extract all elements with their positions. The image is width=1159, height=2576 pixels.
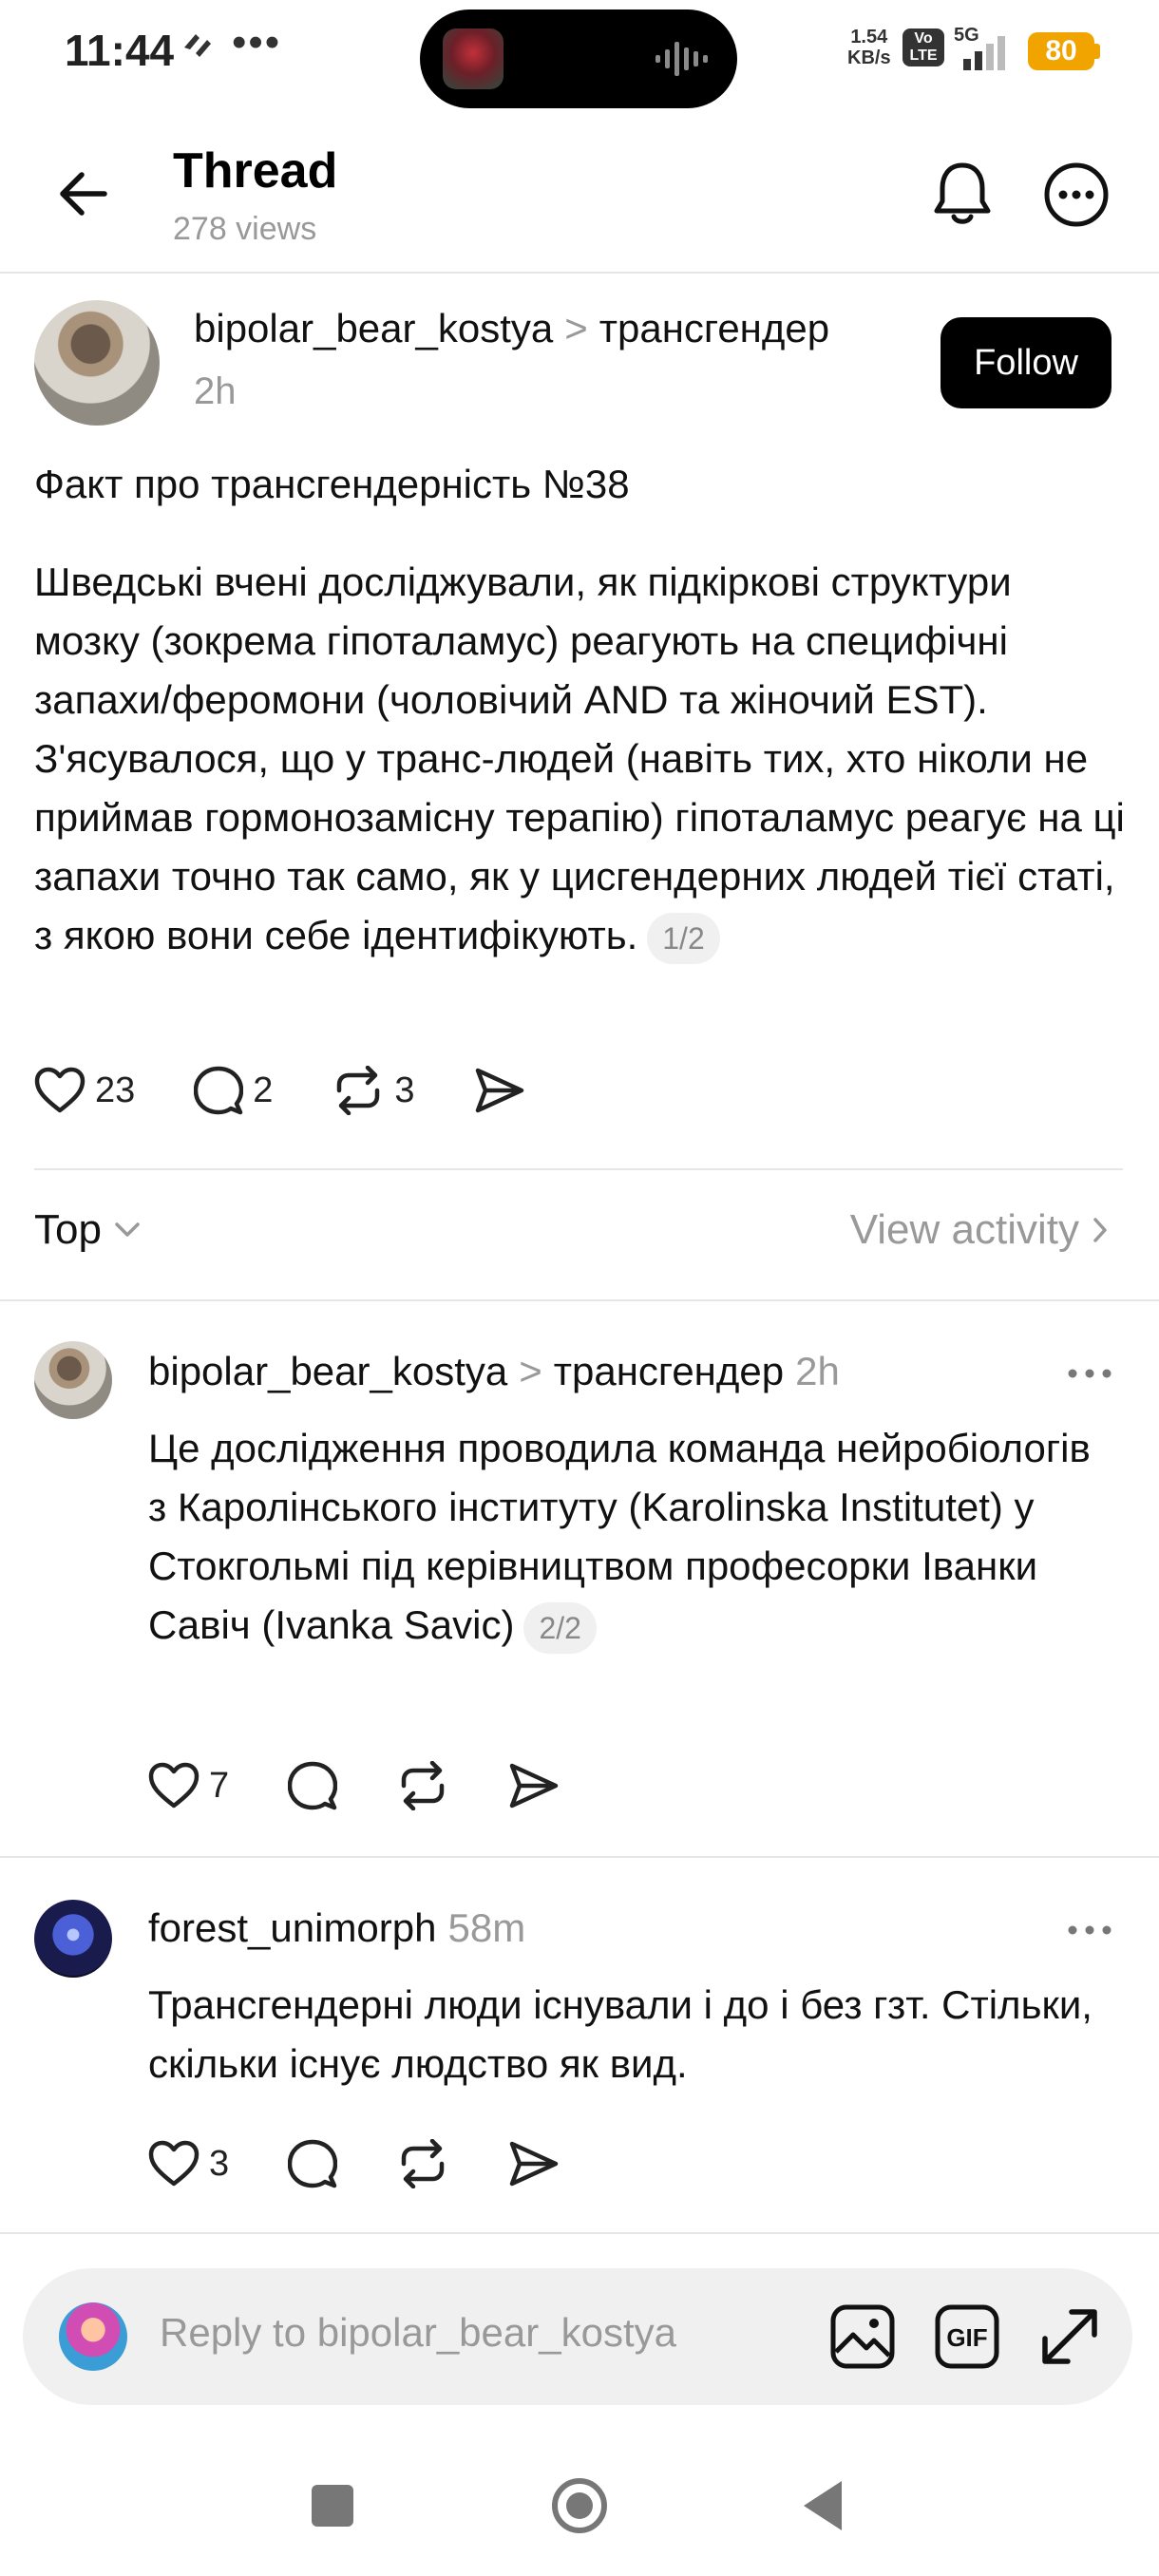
reply-actions: 7 <box>148 1761 560 1810</box>
username-link[interactable]: forest_unimorph <box>148 1905 437 1950</box>
send-icon <box>475 1068 523 1113</box>
username-link[interactable]: bipolar_bear_kostya <box>148 1349 507 1393</box>
reply-author: bipolar_bear_kostya > трансгендер 2h <box>148 1349 840 1394</box>
community-link[interactable]: трансгендер <box>554 1349 784 1393</box>
recent-apps-button[interactable] <box>312 2485 353 2527</box>
chevron-down-icon <box>115 1222 140 1237</box>
view-count: 278 views <box>173 211 317 247</box>
signal-icon <box>963 36 1005 70</box>
follow-button[interactable]: Follow <box>940 317 1112 408</box>
reply-divider <box>0 2232 1159 2234</box>
gif-icon[interactable]: GIF <box>933 2302 1001 2371</box>
network-speed-value: 1.54 <box>850 27 888 47</box>
my-avatar <box>59 2302 127 2371</box>
post-heading: Факт про трансгендерність №38 <box>34 462 630 506</box>
media-thumbnail <box>443 28 504 89</box>
home-button[interactable] <box>549 2475 610 2536</box>
reply-button[interactable] <box>288 2139 338 2188</box>
post-divider <box>34 1168 1123 1170</box>
sort-divider <box>0 1299 1159 1301</box>
reply-body: Це дослідження проводила команда нейробі… <box>148 1419 1108 1655</box>
like-count: 3 <box>209 2143 230 2184</box>
like-button[interactable]: 7 <box>148 1761 229 1810</box>
more-circle-icon[interactable] <box>1043 161 1110 228</box>
more-dots-icon[interactable] <box>1066 1921 1113 1940</box>
reply-time: 58m <box>447 1905 526 1950</box>
chevron-right-icon: > <box>564 306 588 350</box>
audio-wave-icon <box>656 42 708 76</box>
repost-button[interactable]: 3 <box>332 1066 415 1115</box>
send-icon <box>509 2141 559 2187</box>
page-title: Thread <box>173 143 338 199</box>
sync-status-icon <box>184 34 211 57</box>
post-actions: 23 2 3 <box>34 1066 525 1115</box>
reply-actions: 3 <box>148 2139 560 2188</box>
reply-count: 2 <box>253 1070 274 1110</box>
reply-text: Це дослідження проводила команда нейробі… <box>148 1426 1091 1647</box>
reply-button[interactable]: 2 <box>194 1066 273 1115</box>
send-icon <box>509 1763 559 1809</box>
header-divider <box>0 272 1159 274</box>
reply-avatar[interactable] <box>34 1341 112 1419</box>
post-time: 2h <box>194 370 237 412</box>
post-body: Шведські вчені досліджували, як підкірко… <box>34 553 1127 965</box>
reply-text: Трансгендерні люди існували і до і без г… <box>148 1982 1092 2086</box>
like-button[interactable]: 23 <box>34 1066 135 1115</box>
reply-author: forest_unimorph 58m <box>148 1905 525 1951</box>
share-button[interactable] <box>474 1066 525 1115</box>
sort-label: Top <box>34 1206 102 1253</box>
page-pill: 2/2 <box>523 1601 597 1654</box>
reply-avatar[interactable] <box>34 1900 112 1978</box>
share-button[interactable] <box>508 1761 560 1810</box>
reply-time: 2h <box>795 1349 840 1393</box>
heart-icon <box>148 2140 200 2187</box>
view-activity-label: View activity <box>849 1206 1079 1253</box>
comment-icon <box>288 1761 338 1810</box>
share-button[interactable] <box>508 2139 560 2188</box>
sort-dropdown[interactable]: Top <box>34 1206 142 1254</box>
repost-button[interactable] <box>396 2139 449 2188</box>
repost-icon <box>401 1761 445 1810</box>
network-speed-unit: KB/s <box>847 47 891 68</box>
back-arrow-icon[interactable] <box>57 167 110 220</box>
status-more-dots: ••• <box>232 19 282 66</box>
heart-icon <box>34 1067 86 1113</box>
post-text: Шведські вчені досліджували, як підкірко… <box>34 559 1125 957</box>
battery-tip <box>1094 44 1100 59</box>
chevron-right-icon <box>1093 1218 1107 1242</box>
status-time: 11:44 <box>65 26 175 75</box>
view-activity-link[interactable]: View activity <box>850 1206 1108 1254</box>
reply-divider <box>0 1856 1159 1858</box>
more-dots-icon[interactable] <box>1066 1364 1113 1383</box>
image-icon[interactable] <box>828 2302 897 2371</box>
repost-icon <box>401 2139 445 2188</box>
reply-body: Трансгендерні люди існували і до і без г… <box>148 1976 1108 2093</box>
svg-text:GIF: GIF <box>946 2323 987 2352</box>
reply-input[interactable]: Reply to bipolar_bear_kostya <box>160 2310 676 2356</box>
repost-count: 3 <box>394 1070 415 1110</box>
battery-level: 80 <box>1028 32 1094 70</box>
volte-badge: Vo LTE <box>902 28 944 66</box>
community-link[interactable]: трансгендер <box>599 306 829 350</box>
username-link[interactable]: bipolar_bear_kostya <box>194 306 553 350</box>
reply-button[interactable] <box>288 1761 338 1810</box>
repost-icon <box>337 1066 380 1115</box>
heart-icon <box>148 1762 200 1809</box>
back-button[interactable] <box>798 2477 846 2534</box>
repost-button[interactable] <box>396 1761 449 1810</box>
comment-icon <box>288 2139 338 2188</box>
post-author: bipolar_bear_kostya > трансгендер <box>194 306 829 351</box>
network-speed: 1.54 KB/s <box>847 27 891 68</box>
like-count: 7 <box>209 1765 230 1806</box>
comment-icon <box>194 1066 244 1115</box>
like-count: 23 <box>95 1070 136 1110</box>
bell-icon[interactable] <box>929 160 996 228</box>
like-button[interactable]: 3 <box>148 2139 229 2188</box>
page-pill: 1/2 <box>647 912 720 964</box>
chevron-right-icon: > <box>519 1349 542 1393</box>
expand-icon[interactable] <box>1036 2302 1104 2371</box>
avatar[interactable] <box>34 300 160 426</box>
